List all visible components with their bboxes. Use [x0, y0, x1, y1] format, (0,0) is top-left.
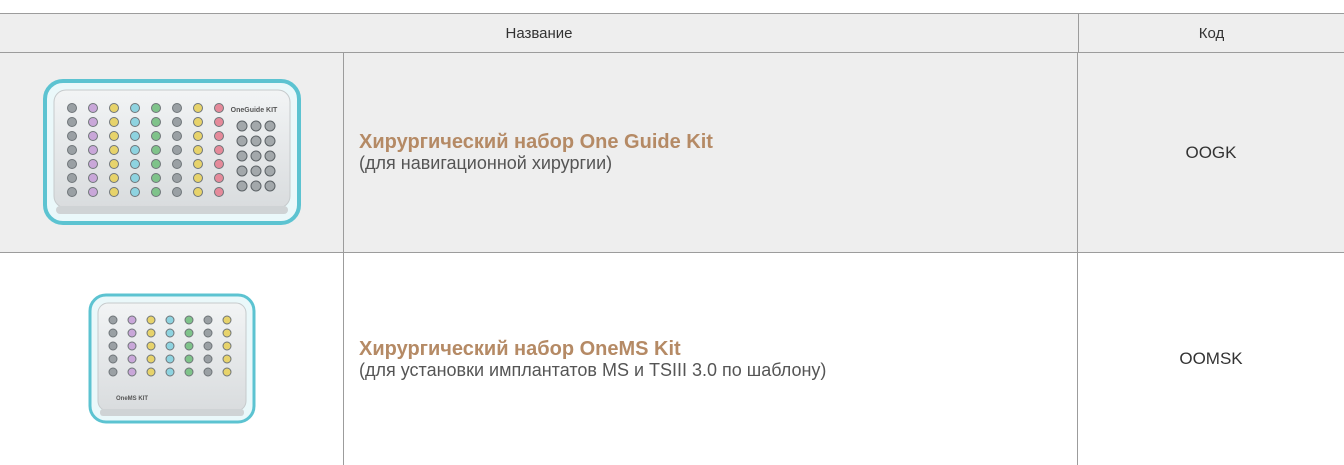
product-subtitle: (для установки имплантатов MS и TSIII 3.…	[359, 359, 827, 380]
table-header-row: Название Код	[0, 13, 1344, 53]
product-image-cell: OneGuide KIT	[0, 53, 344, 252]
product-title: Хирургический набор One Guide Kit	[359, 131, 713, 153]
product-description-cell: Хирургический набор One Guide Kit (для н…	[344, 53, 1078, 252]
surgical-kit-tray-icon: OneGuide KIT	[42, 78, 301, 225]
product-subtitle: (для навигационной хирургии)	[359, 153, 613, 173]
product-table: Название Код OneGuide KIT Хирургический …	[0, 13, 1344, 465]
svg-text:OneGuide KIT: OneGuide KIT	[230, 107, 277, 114]
product-title: Хирургический набор OneMS Kit	[359, 337, 681, 360]
table-row: OneGuide KIT Хирургический набор One Gui…	[0, 53, 1344, 253]
product-description-cell: Хирургический набор OneMS Kit (для устан…	[344, 253, 1078, 465]
header-code: Код	[1198, 24, 1225, 42]
table-row: OneMS KIT Хирургический набор OneMS Kit …	[0, 253, 1344, 465]
header-name: Название	[0, 14, 1079, 52]
product-code: OOGK	[1185, 142, 1237, 162]
product-image-cell: OneMS KIT	[0, 253, 344, 465]
product-code: OOMSK	[1179, 349, 1243, 368]
surgical-kit-tray-icon: OneMS KIT	[88, 293, 255, 423]
svg-text:OneMS KIT: OneMS KIT	[115, 396, 147, 402]
